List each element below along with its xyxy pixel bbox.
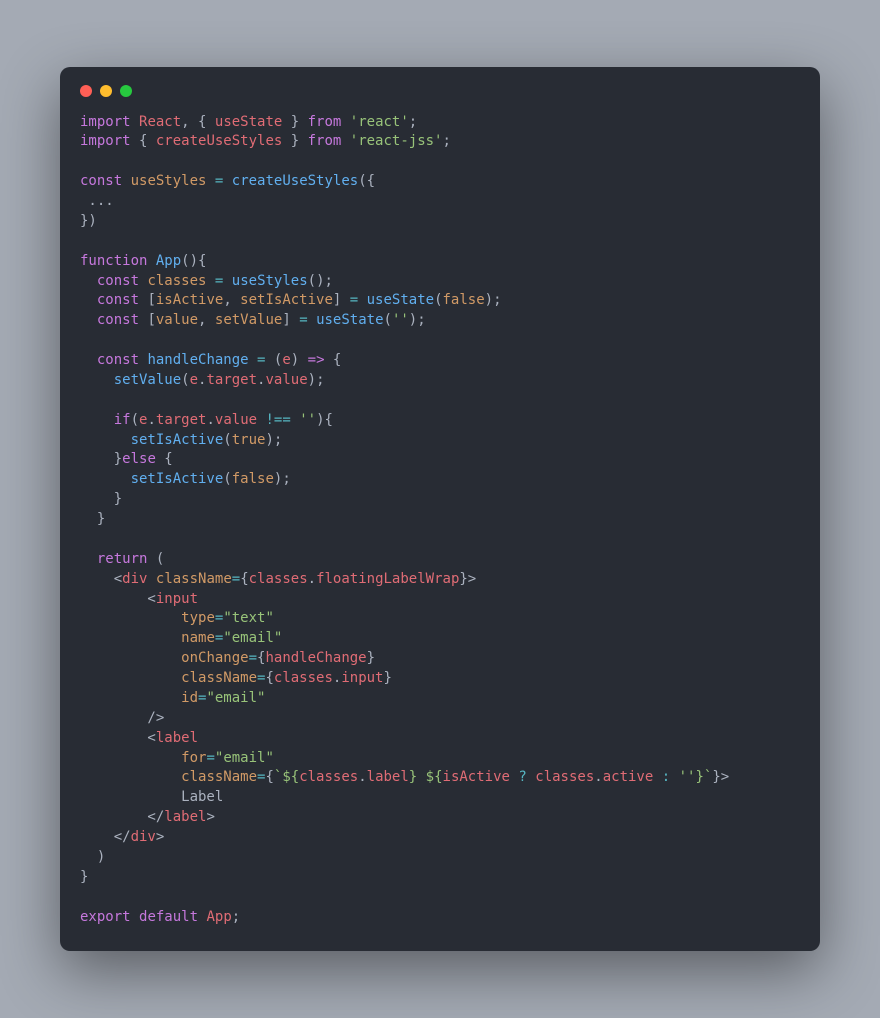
close-icon[interactable] <box>80 85 92 97</box>
code-block: import React, { useState } from 'react';… <box>60 113 820 928</box>
window-titlebar <box>60 85 820 113</box>
minimize-icon[interactable] <box>100 85 112 97</box>
code-window: import React, { useState } from 'react';… <box>60 67 820 952</box>
maximize-icon[interactable] <box>120 85 132 97</box>
